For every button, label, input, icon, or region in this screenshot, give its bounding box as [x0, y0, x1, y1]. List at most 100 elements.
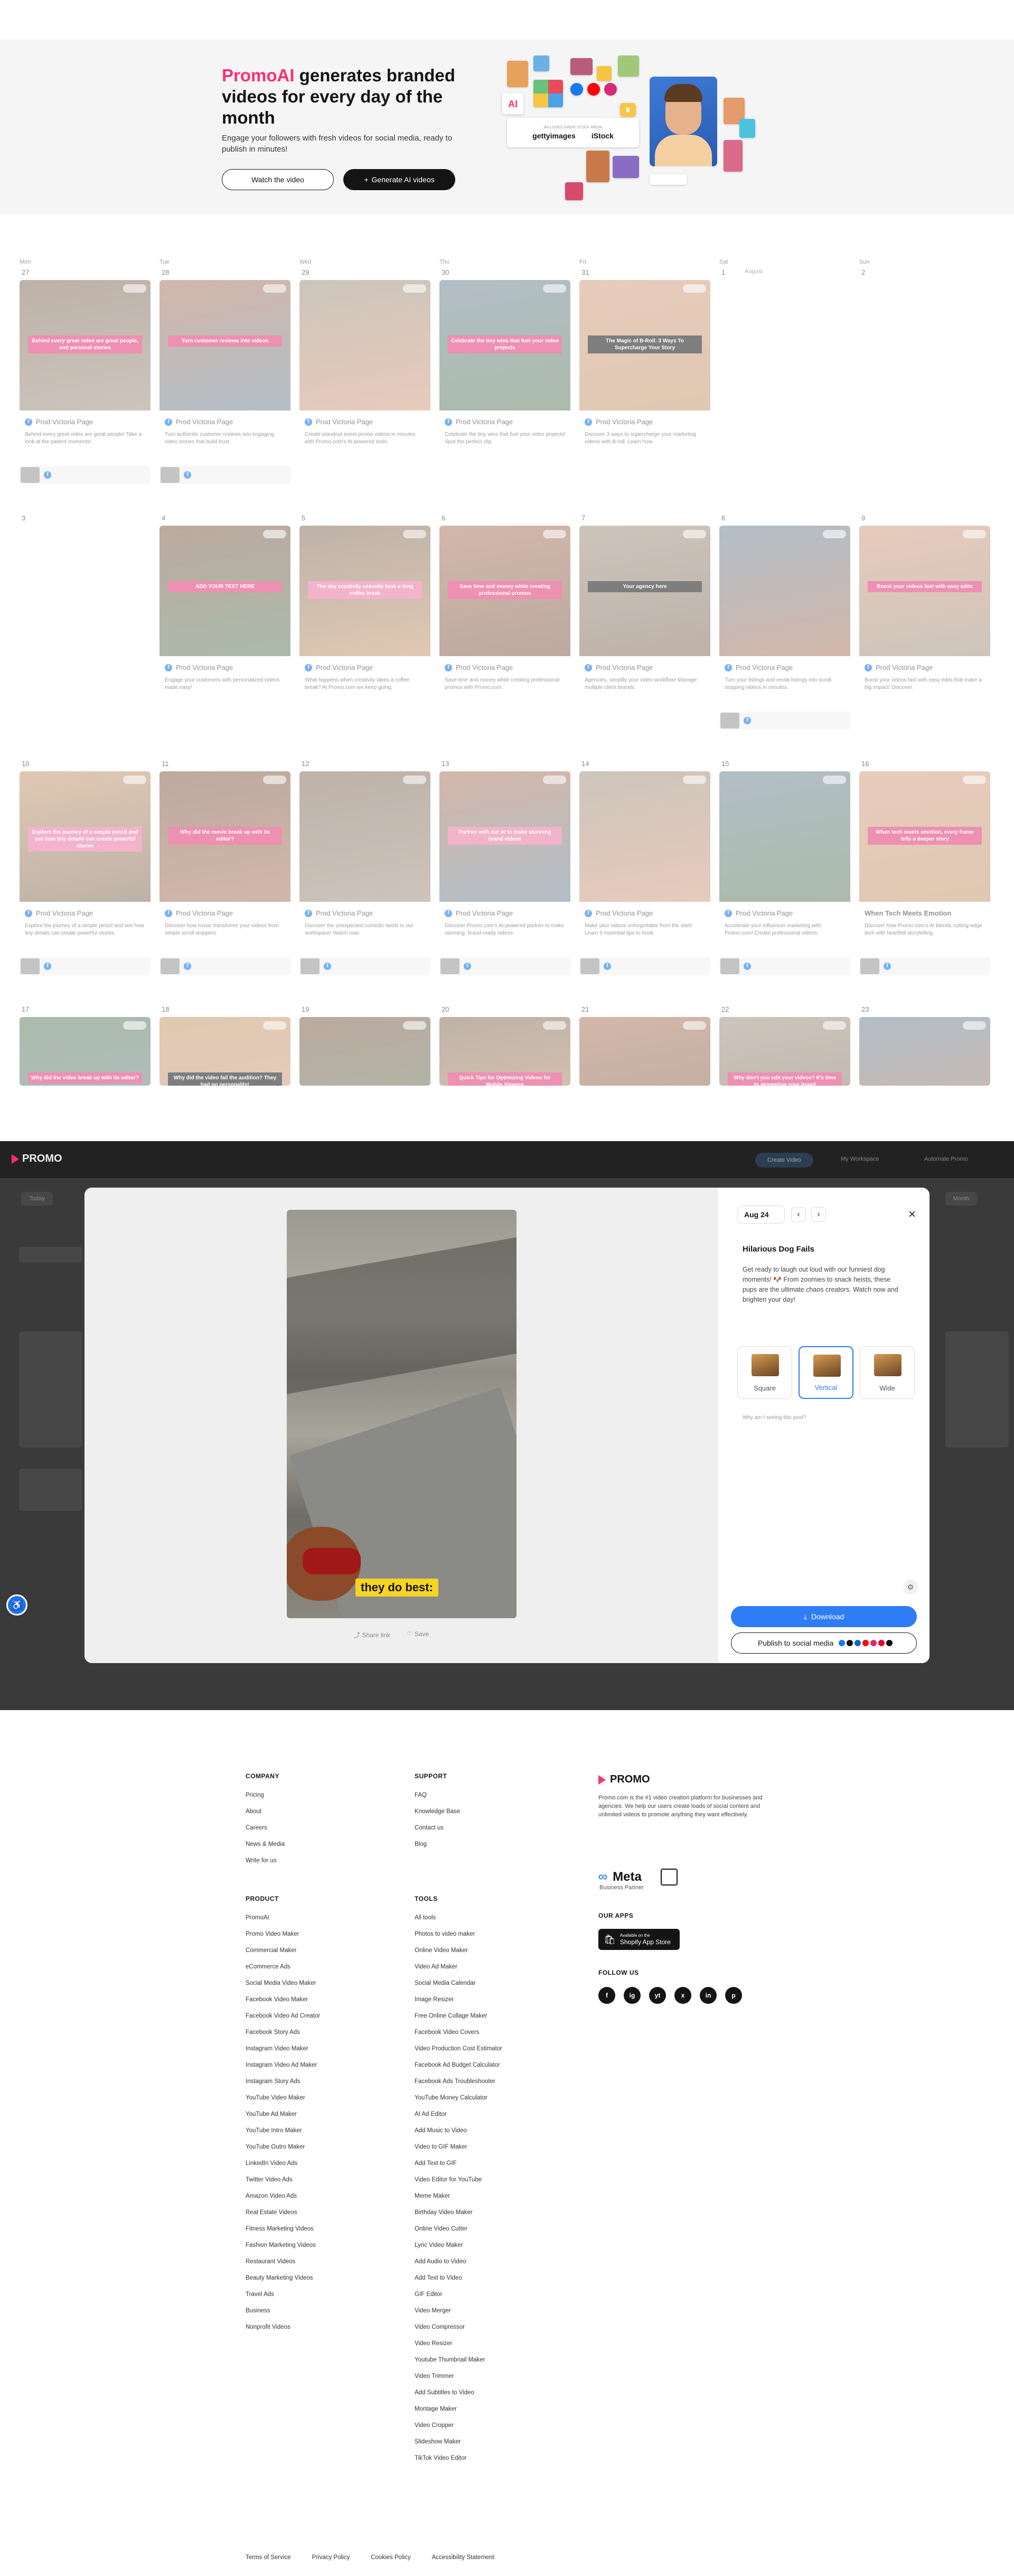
post-card[interactable]: ADD YOUR TEXT HERE f Prod Victoria Page Eng… [159, 526, 290, 705]
create-video-button[interactable]: Create Video [755, 1153, 813, 1168]
footer-link[interactable]: Facebook Video Maker [246, 1992, 320, 2008]
footer-link[interactable]: YouTube Outro Maker [246, 2139, 320, 2155]
month-view-select[interactable]: Month [945, 1192, 977, 1206]
post-card[interactable]: Your agency here f Prod Victoria Page Agenc… [579, 526, 710, 705]
footer-link[interactable]: YouTube Intro Maker [246, 2123, 320, 2139]
footer-link[interactable]: News & Media [246, 1836, 285, 1853]
footer-link[interactable]: Slideshow Maker [415, 2434, 502, 2450]
footer-link[interactable]: Travel Ads [246, 2286, 320, 2303]
accessibility-statement-link[interactable]: Accessibility Statement [432, 2554, 494, 2561]
watch-video-button[interactable]: Watch the video [222, 169, 334, 190]
app-logo[interactable]: PROMO [12, 1153, 62, 1165]
post-card[interactable] [859, 1017, 990, 1086]
footer-link[interactable]: Video Resizer [415, 2336, 502, 2352]
footer-link[interactable]: Video Ad Maker [415, 1959, 502, 1975]
scheduled-post[interactable]: f [439, 957, 570, 975]
footer-link[interactable]: Amazon Video Ads [246, 2188, 320, 2205]
footer-link[interactable]: Facebook Video Ad Creator [246, 2008, 320, 2024]
footer-link[interactable]: Video Editor for YouTube [415, 2172, 502, 2188]
footer-link[interactable]: eCommerce Ads [246, 1959, 320, 1975]
generate-ai-videos-button[interactable]: + Generate AI videos [343, 169, 455, 190]
footer-link[interactable]: Instagram Story Ads [246, 2074, 320, 2090]
post-card[interactable]: Boost your videos fast with easy edits f P… [859, 526, 990, 705]
footer-link[interactable]: Facebook Ads Troubleshooter [415, 2074, 502, 2090]
post-card[interactable]: Behind every great video are great peopl… [20, 280, 151, 460]
scheduled-post[interactable]: f [159, 957, 290, 975]
scheduled-post[interactable]: f [719, 957, 850, 975]
footer-link[interactable]: Contact us [415, 1820, 460, 1836]
format-vertical-option[interactable]: Vertical [799, 1346, 853, 1399]
footer-link[interactable]: Facebook Ad Budget Calculator [415, 2057, 502, 2074]
format-square-option[interactable]: Square [737, 1346, 792, 1399]
footer-link[interactable]: Meme Maker [415, 2188, 502, 2205]
footer-link[interactable]: Social Media Calendar [415, 1975, 502, 1992]
footer-link[interactable]: Write for us [246, 1853, 285, 1869]
accessibility-icon[interactable]: ♿ [6, 1594, 27, 1616]
footer-link[interactable]: Twitter Video Ads [246, 2172, 320, 2188]
footer-link[interactable]: Birthday Video Maker [415, 2205, 502, 2221]
post-card[interactable]: Why did the movie break up with its edit… [159, 771, 290, 951]
scheduled-post[interactable]: f [20, 466, 151, 484]
post-card[interactable] [579, 1017, 710, 1086]
footer-link[interactable]: Photos to video maker [415, 1926, 502, 1943]
post-card[interactable]: When tech meets emotion, every frame tel… [859, 771, 990, 951]
footer-link[interactable]: Video to GIF Maker [415, 2139, 502, 2155]
footer-logo[interactable]: PROMO [598, 1774, 650, 1786]
settings-gear-icon[interactable]: ⚙ [903, 1580, 918, 1594]
post-card[interactable]: Turn customer reviews into videos f Prod V… [159, 280, 290, 460]
instagram-icon[interactable]: ig [624, 1987, 641, 2004]
scheduled-post[interactable]: f [20, 957, 151, 975]
footer-link[interactable]: TikTok Video Editor [415, 2450, 502, 2467]
post-card[interactable]: Why did the video break up with its edit… [20, 1017, 151, 1086]
share-link-button[interactable]: ⤴ Share link [354, 1630, 390, 1639]
x-icon[interactable]: x [674, 1987, 691, 2004]
footer-link[interactable]: Facebook Video Covers [415, 2024, 502, 2041]
download-button[interactable]: ⤓ Download [731, 1606, 917, 1627]
footer-link[interactable]: YouTube Money Calculator [415, 2090, 502, 2106]
footer-link[interactable]: Free Online Collage Maker [415, 2008, 502, 2024]
post-card[interactable]: f Prod Victoria Page Turn your listings an… [719, 526, 850, 705]
privacy-link[interactable]: Privacy Policy [312, 2554, 350, 2561]
post-card[interactable] [299, 1017, 430, 1086]
footer-link[interactable]: Add Text to Video [415, 2270, 502, 2286]
footer-link[interactable]: Video Merger [415, 2303, 502, 2319]
cookies-link[interactable]: Cookies Policy [371, 2554, 410, 2561]
footer-link[interactable]: Promo Video Maker [246, 1926, 320, 1943]
linkedin-icon[interactable]: in [700, 1987, 717, 2004]
footer-link[interactable]: Blog [415, 1836, 460, 1853]
post-card[interactable]: Why don't you edit your videos? It's tim… [719, 1017, 850, 1086]
footer-link[interactable]: About [246, 1804, 285, 1820]
footer-link[interactable]: Careers [246, 1820, 285, 1836]
today-button[interactable]: Today [21, 1192, 53, 1206]
scheduled-post[interactable]: f [859, 957, 990, 975]
footer-link[interactable]: LinkedIn Video Ads [246, 2155, 320, 2172]
facebook-icon[interactable]: f [598, 1987, 615, 2004]
footer-link[interactable]: YouTube Ad Maker [246, 2106, 320, 2123]
footer-link[interactable]: AI Ad Editor [415, 2106, 502, 2123]
scheduled-post[interactable]: f [159, 466, 290, 484]
pinterest-icon[interactable]: p [725, 1987, 742, 2004]
footer-link[interactable]: Knowledge Base [415, 1804, 460, 1820]
footer-link[interactable]: GIF Editor [415, 2286, 502, 2303]
post-card[interactable]: Celebrate the tiny wins that fuel your v… [439, 280, 570, 460]
post-card[interactable]: f Prod Victoria Page Accelerate your influ… [719, 771, 850, 951]
footer-link[interactable]: Instagram Video Maker [246, 2041, 320, 2057]
footer-link[interactable]: YouTube Video Maker [246, 2090, 320, 2106]
footer-link[interactable]: Restaurant Videos [246, 2254, 320, 2270]
why-seeing-post-link[interactable]: Why am I seeing this post? [743, 1415, 806, 1421]
footer-link[interactable]: Commercial Maker [246, 1943, 320, 1959]
footer-link[interactable]: Add Subtitles to Video [415, 2385, 502, 2401]
format-wide-option[interactable]: Wide [860, 1346, 915, 1399]
post-card[interactable]: f Prod Victoria Page Discover the unexpect… [299, 771, 430, 951]
scheduled-post[interactable]: f [719, 712, 850, 730]
footer-link[interactable]: Fitness Marketing Videos [246, 2221, 320, 2237]
footer-link[interactable]: Image Resizer [415, 1992, 502, 2008]
footer-link[interactable]: Video Cropper [415, 2418, 502, 2434]
footer-link[interactable]: Online Video Cutter [415, 2221, 502, 2237]
footer-link[interactable]: Nonprofit Videos [246, 2319, 320, 2336]
footer-link[interactable]: Add Music to Video [415, 2123, 502, 2139]
footer-link[interactable]: All tools [415, 1910, 502, 1926]
footer-link[interactable]: Business [246, 2303, 320, 2319]
close-modal-button[interactable]: × [903, 1206, 921, 1224]
footer-link[interactable]: Social Media Video Maker [246, 1975, 320, 1992]
